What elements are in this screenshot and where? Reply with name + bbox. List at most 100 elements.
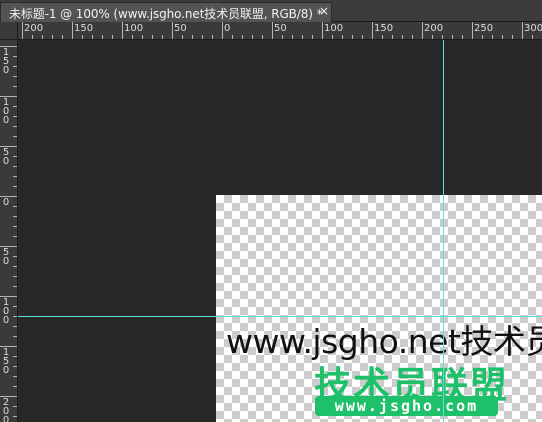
ruler-tick xyxy=(13,416,17,417)
ruler-tick xyxy=(13,106,17,107)
ruler-tick xyxy=(13,56,17,57)
ruler-tick xyxy=(282,35,283,39)
ruler-tick xyxy=(222,22,223,39)
ruler-label: 0 xyxy=(224,23,231,34)
ruler-tick xyxy=(402,35,403,39)
ruler-tick xyxy=(422,22,423,39)
document-tab[interactable]: 未标题-1 @ 100% (www.jsgho.net技术员联盟, RGB/8)… xyxy=(0,2,332,22)
ruler-label: 150 xyxy=(2,47,10,76)
ruler-tick xyxy=(102,35,103,39)
ruler-tick xyxy=(452,35,453,39)
ruler-tick xyxy=(162,35,163,39)
ruler-tick xyxy=(13,356,17,357)
ruler-tick xyxy=(412,35,413,39)
ruler-label: 150 xyxy=(2,347,10,376)
ruler-tick xyxy=(112,35,113,39)
ruler-tick xyxy=(32,35,33,39)
ruler-label: 200 xyxy=(24,23,44,34)
close-icon[interactable]: × xyxy=(319,4,329,18)
document-canvas[interactable]: www.jsgho.net技术员联盟 技术员联盟 www.jsgho.com xyxy=(216,195,542,422)
ruler-label: 100 xyxy=(2,97,10,126)
ruler-tick xyxy=(472,22,473,39)
ruler-label: 50 xyxy=(274,23,287,34)
vertical-guide[interactable] xyxy=(443,40,444,422)
ruler-label: 100 xyxy=(2,297,10,326)
ruler-tick xyxy=(13,206,17,207)
ruler-tick xyxy=(13,176,17,177)
ruler-label: 0 xyxy=(2,197,10,208)
ruler-tick xyxy=(252,35,253,39)
ruler-tick xyxy=(13,226,17,227)
ruler-tick xyxy=(13,276,17,277)
ruler-tick xyxy=(502,35,503,39)
ruler-label: 100 xyxy=(324,23,344,34)
ruler-tick xyxy=(13,406,17,407)
ruler-tick xyxy=(262,35,263,39)
ruler-tick xyxy=(482,35,483,39)
horizontal-guide[interactable] xyxy=(18,316,542,317)
ruler-tick xyxy=(182,35,183,39)
ruler-tick xyxy=(13,116,17,117)
ruler-tick xyxy=(13,216,17,217)
ruler-tick xyxy=(442,35,443,39)
ruler-tick xyxy=(332,35,333,39)
ruler-label: 50 xyxy=(2,247,10,267)
ruler-tick xyxy=(92,35,93,39)
ruler-tick xyxy=(352,35,353,39)
logo-url-text: www.jsgho.com xyxy=(334,397,479,415)
ruler-tick xyxy=(192,35,193,39)
ruler-tick xyxy=(532,35,533,39)
ruler-tick xyxy=(202,35,203,39)
ruler-tick xyxy=(152,35,153,39)
ruler-tick xyxy=(13,316,17,317)
ruler-tick xyxy=(52,35,53,39)
ruler-origin-corner[interactable] xyxy=(0,22,18,40)
ruler-label: 250 xyxy=(474,23,494,34)
ruler-tick xyxy=(13,266,17,267)
ruler-tick xyxy=(22,22,23,39)
ruler-tick xyxy=(462,35,463,39)
ruler-tick xyxy=(302,35,303,39)
ruler-tick xyxy=(132,35,133,39)
ruler-tick xyxy=(42,35,43,39)
ruler-tick xyxy=(522,22,523,39)
ruler-tick xyxy=(72,22,73,39)
ruler-tick xyxy=(292,35,293,39)
ruler-tick xyxy=(122,22,123,39)
ruler-label: 50 xyxy=(2,147,10,167)
ruler-tick xyxy=(13,256,17,257)
ruler-tick xyxy=(512,35,513,39)
ruler-tick xyxy=(13,366,17,367)
ruler-tick xyxy=(82,35,83,39)
horizontal-ruler[interactable]: 200 150 100 50 0 50 100 150 200 250 300 xyxy=(18,22,542,40)
ruler-label: 300 xyxy=(524,23,542,34)
ruler-tick xyxy=(372,22,373,39)
ruler-tick xyxy=(492,35,493,39)
document-tab-title: 未标题-1 @ 100% (www.jsgho.net技术员联盟, RGB/8)… xyxy=(9,7,323,21)
ruler-tick xyxy=(432,35,433,39)
ruler-tick xyxy=(13,186,17,187)
ruler-tick xyxy=(342,35,343,39)
ruler-tick xyxy=(232,35,233,39)
document-tab-bar: 未标题-1 @ 100% (www.jsgho.net技术员联盟, RGB/8)… xyxy=(0,0,542,22)
ruler-tick xyxy=(382,35,383,39)
ruler-tick xyxy=(13,66,17,67)
vertical-ruler[interactable]: 150 100 50 0 50 100 150 200 xyxy=(0,40,18,422)
ruler-tick xyxy=(212,35,213,39)
ruler-label: 100 xyxy=(124,23,144,34)
ruler-tick xyxy=(13,156,17,157)
ruler-tick xyxy=(13,126,17,127)
ruler-label: 150 xyxy=(374,23,394,34)
ruler-tick xyxy=(13,236,17,237)
ruler-tick xyxy=(392,35,393,39)
ruler-tick xyxy=(242,35,243,39)
ruler-tick xyxy=(13,376,17,377)
ruler-tick xyxy=(272,22,273,39)
ruler-label: 150 xyxy=(74,23,94,34)
ruler-tick xyxy=(13,336,17,337)
ruler-tick xyxy=(13,166,17,167)
ruler-tick xyxy=(13,386,17,387)
ruler-tick xyxy=(13,76,17,77)
ruler-tick xyxy=(13,136,17,137)
canvas-workspace[interactable]: www.jsgho.net技术员联盟 技术员联盟 www.jsgho.com xyxy=(18,40,542,422)
